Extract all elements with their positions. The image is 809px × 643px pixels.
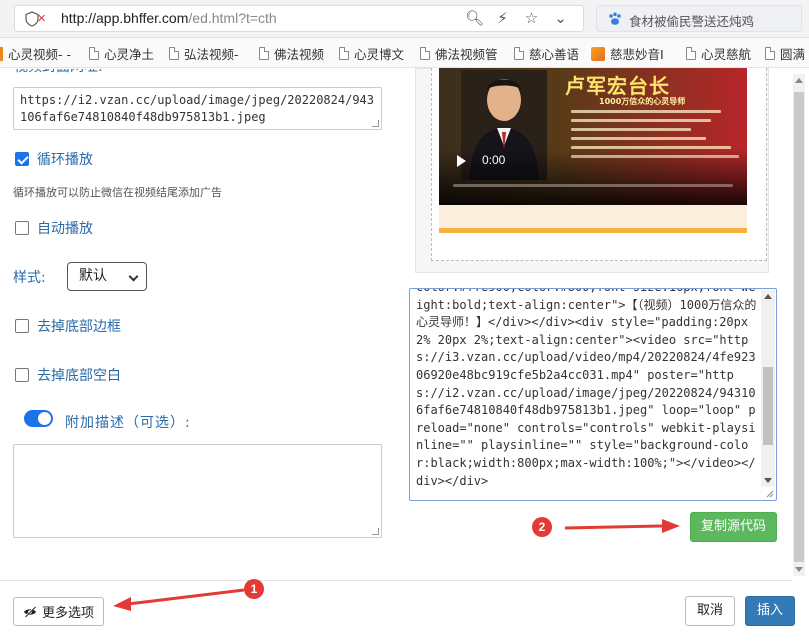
play-icon[interactable] <box>457 155 466 167</box>
source-code-text: color:#ffe900;color:#800;font-size:16px;… <box>416 289 757 488</box>
remove-border-checkbox[interactable] <box>15 319 29 333</box>
browser-address-bar: ✕ http://app.bhffer.com/ed.html?t=cth 🔍︎… <box>0 0 809 38</box>
eye-slash-icon <box>23 605 36 618</box>
bookmark-item[interactable]: 心灵博文 <box>339 44 404 63</box>
search-input[interactable]: 食材被偷民警送还炖鸡 <box>596 5 802 32</box>
poster-title: 卢军宏台长 <box>565 74 670 98</box>
bookmarks-bar: 心灵视频- - 心灵净土 弘法视频- 佛法视频 心灵博文 佛法视频管 慈心善语 … <box>0 38 809 68</box>
more-options-label: 更多选项 <box>41 606 94 621</box>
remove-border-label: 去掉底部边框 <box>37 319 121 335</box>
resize-grip-icon[interactable] <box>372 120 379 127</box>
bookmark-item[interactable]: 心灵视频- - <box>0 44 71 63</box>
poster-subtitle: 1000万信众的心灵导师 <box>599 97 686 106</box>
lightning-icon[interactable]: ⚡︎ <box>494 10 511 27</box>
more-options-button[interactable]: 更多选项 <box>13 597 104 626</box>
preview-bottom-border <box>439 228 747 233</box>
scroll-up-arrow-icon[interactable] <box>764 294 772 299</box>
style-selected-value: 默认 <box>79 268 107 284</box>
bookmark-item[interactable]: 佛法视频管 <box>420 44 498 63</box>
remove-blank-checkbox[interactable] <box>15 368 29 382</box>
bookmark-item[interactable]: 弘法视频- <box>169 44 239 63</box>
document-icon <box>339 47 349 60</box>
orange-square-icon <box>591 46 605 61</box>
copy-source-button[interactable]: 复制源代码 <box>690 512 777 542</box>
bookmark-item[interactable]: 慈悲妙音Ⅰ <box>591 44 664 63</box>
annotation-badge-1: 1 <box>244 579 264 599</box>
paw-search-icon <box>609 12 621 25</box>
autoplay-checkbox[interactable] <box>15 221 29 235</box>
scrollbar-thumb[interactable] <box>794 92 804 562</box>
style-label: 样式: <box>13 270 46 286</box>
scroll-up-arrow-icon[interactable] <box>795 78 803 83</box>
document-icon <box>514 47 524 60</box>
chevron-down-icon <box>128 271 139 282</box>
document-icon <box>259 47 269 60</box>
bookmark-item[interactable]: 心灵慈航 <box>686 44 751 63</box>
insecure-x-icon: ✕ <box>37 12 47 25</box>
video-progress-bar[interactable] <box>453 184 733 187</box>
style-select[interactable]: 默认 <box>67 262 147 291</box>
poster-url-value: https://i2.vzan.cc/upload/image/jpeg/202… <box>20 93 375 124</box>
star-icon[interactable]: ☆ <box>523 10 540 27</box>
description-label: 附加描述（可选）: <box>65 415 191 431</box>
resize-grip-icon[interactable] <box>765 489 774 498</box>
scroll-down-arrow-icon[interactable] <box>795 567 803 572</box>
video-player[interactable]: 卢军宏台长 1000万信众的心灵导师 0:00 <box>439 68 747 205</box>
annotation-badge-2: 2 <box>532 517 552 537</box>
document-icon <box>765 47 775 60</box>
document-icon <box>169 47 179 60</box>
code-scrollbar[interactable] <box>761 290 775 487</box>
poster-url-label-cut: 视频封面网址: <box>14 69 103 77</box>
bookmark-item[interactable]: 慈心善语 <box>514 44 579 63</box>
poster-url-input[interactable]: https://i2.vzan.cc/upload/image/jpeg/202… <box>13 87 382 130</box>
resize-grip-icon[interactable] <box>372 528 379 535</box>
loop-checkbox[interactable] <box>15 152 29 166</box>
url-input[interactable]: ✕ http://app.bhffer.com/ed.html?t=cth 🔍︎… <box>14 5 584 32</box>
loop-checkbox-row[interactable]: 循环播放 <box>15 149 93 169</box>
remove-border-checkbox-row[interactable]: 去掉底部边框 <box>15 316 121 336</box>
autoplay-checkbox-row[interactable]: 自动播放 <box>15 218 93 238</box>
dialog-scrollbar[interactable] <box>793 74 805 576</box>
document-icon <box>686 47 696 60</box>
footer-divider <box>0 580 792 581</box>
insert-button[interactable]: 插入 <box>745 596 795 626</box>
remove-blank-label: 去掉底部空白 <box>37 368 121 384</box>
loop-hint: 循环播放可以防止微信在视频结尾添加广告 <box>13 186 222 199</box>
bookmark-item[interactable]: 心灵净土 <box>89 44 154 63</box>
video-time: 0:00 <box>482 153 506 167</box>
search-suggestion-text: 食材被偷民警送还炖鸡 <box>629 14 755 29</box>
url-text: http://app.bhffer.com/ed.html?t=cth <box>61 10 277 26</box>
bookmark-item[interactable]: 佛法视频 <box>259 44 324 63</box>
autoplay-label: 自动播放 <box>37 221 93 237</box>
orange-bar-icon <box>0 46 3 61</box>
source-code-textarea[interactable]: color:#ffe900;color:#800;font-size:16px;… <box>409 288 777 501</box>
bookmark-item[interactable]: 圆满 <box>765 44 805 63</box>
toggle-knob <box>38 412 51 425</box>
scrollbar-thumb[interactable] <box>763 367 773 445</box>
document-icon <box>89 47 99 60</box>
scroll-down-arrow-icon[interactable] <box>764 478 772 483</box>
preview-caption-area <box>439 205 747 228</box>
loop-label: 循环播放 <box>37 152 93 168</box>
document-icon <box>420 47 430 60</box>
cancel-button[interactable]: 取消 <box>685 596 735 626</box>
description-toggle[interactable] <box>24 410 53 427</box>
chevron-down-icon[interactable]: ⌄ <box>552 10 569 27</box>
remove-blank-checkbox-row[interactable]: 去掉底部空白 <box>15 365 121 385</box>
description-textarea[interactable] <box>13 444 382 538</box>
zoom-icon[interactable]: 🔍︎ <box>465 10 484 27</box>
